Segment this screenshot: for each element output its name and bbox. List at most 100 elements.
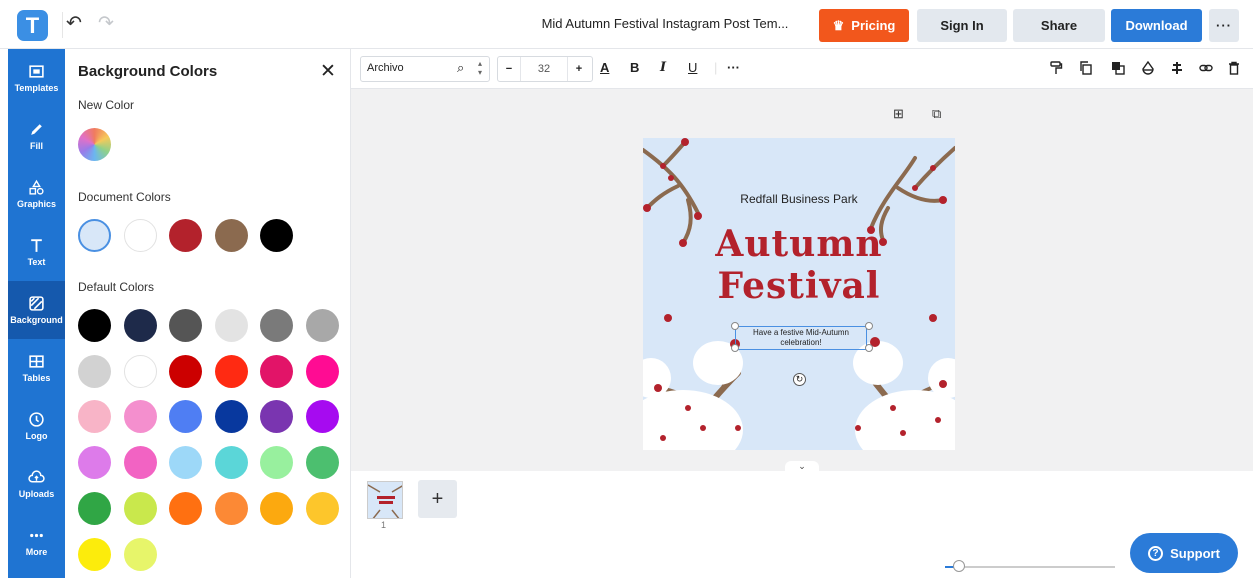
default-color-swatch[interactable]: [78, 446, 111, 480]
format-painter-icon[interactable]: [1049, 61, 1063, 75]
default-color-swatch[interactable]: [78, 491, 111, 525]
default-color-swatch[interactable]: [123, 537, 157, 571]
default-color-swatch[interactable]: [260, 354, 293, 388]
default-color-swatch[interactable]: [169, 309, 202, 342]
undo-icon[interactable]: ↶: [66, 14, 82, 34]
default-color-swatch[interactable]: [260, 400, 293, 434]
default-color-swatch[interactable]: [305, 354, 339, 388]
default-color-swatch[interactable]: [169, 354, 202, 388]
add-page-button[interactable]: +: [418, 480, 457, 518]
headline-line-2[interactable]: Festival: [643, 265, 955, 307]
shapes-icon: [29, 179, 44, 195]
default-color-swatch[interactable]: [214, 309, 248, 342]
default-color-swatch[interactable]: [123, 446, 157, 480]
new-color-picker[interactable]: [78, 128, 111, 161]
underline-icon[interactable]: U: [688, 60, 697, 75]
document-color-swatch[interactable]: [169, 219, 202, 252]
zoom-slider-track[interactable]: [945, 566, 1115, 568]
sidebar-item-background[interactable]: Background: [8, 281, 65, 339]
sidebar-item-more[interactable]: More: [8, 513, 65, 571]
font-family-select[interactable]: Archivo ⌕ ▴ ▾: [360, 56, 490, 82]
decrease-size-button[interactable]: −: [498, 63, 520, 75]
app-logo[interactable]: T: [17, 10, 48, 41]
subtitle-textbox-selected[interactable]: Have a festive Mid-Autumn celebration!: [735, 326, 867, 350]
logo-icon: [29, 412, 44, 427]
copy-page-icon[interactable]: ⧉: [932, 106, 941, 122]
italic-icon[interactable]: I: [660, 60, 666, 75]
page-thumbnail[interactable]: [367, 481, 403, 519]
default-color-swatch[interactable]: [214, 491, 248, 525]
default-color-swatch[interactable]: [78, 354, 111, 388]
font-size-input[interactable]: 32: [520, 57, 568, 81]
increase-size-button[interactable]: +: [568, 63, 590, 75]
default-color-swatch[interactable]: [214, 446, 248, 480]
default-color-swatch[interactable]: [78, 309, 111, 342]
add-page-icon[interactable]: ⊞: [893, 106, 904, 122]
default-color-swatch[interactable]: [78, 537, 111, 571]
default-color-swatch[interactable]: [123, 309, 157, 342]
document-title[interactable]: Mid Autumn Festival Instagram Post Tem..…: [520, 16, 810, 31]
link-icon[interactable]: [1199, 61, 1213, 75]
editor-app: T ↶ ↷ Mid Autumn Festival Instagram Post…: [0, 0, 1253, 578]
default-color-swatch[interactable]: [169, 446, 202, 480]
duplicate-icon[interactable]: [1079, 61, 1093, 75]
default-color-swatch[interactable]: [169, 400, 202, 434]
more-options-button[interactable]: ···: [1209, 9, 1239, 42]
sidebar-item-logo[interactable]: Logo: [8, 397, 65, 455]
more-text-options-button[interactable]: ···: [727, 60, 740, 75]
download-button[interactable]: Download: [1111, 9, 1202, 42]
resize-handle[interactable]: [731, 322, 739, 330]
opacity-icon[interactable]: [1141, 61, 1155, 75]
default-color-swatch[interactable]: [305, 491, 339, 525]
zoom-slider-handle[interactable]: [953, 560, 965, 572]
bold-icon[interactable]: B: [630, 60, 639, 75]
resize-handle[interactable]: [865, 344, 873, 352]
help-icon: ?: [1148, 545, 1164, 561]
pencil-icon: [31, 124, 42, 135]
venue-text[interactable]: Redfall Business Park: [643, 192, 955, 206]
default-color-swatch[interactable]: [123, 354, 157, 388]
document-color-swatch[interactable]: [123, 219, 157, 252]
pricing-button[interactable]: ♛ Pricing: [819, 9, 909, 42]
layer-order-icon[interactable]: [1111, 61, 1125, 75]
default-color-swatch[interactable]: [78, 400, 111, 434]
default-color-swatch[interactable]: [169, 491, 202, 525]
rotate-handle-icon[interactable]: ↻: [793, 373, 806, 386]
default-color-swatch[interactable]: [305, 400, 339, 434]
resize-handle[interactable]: [865, 322, 873, 330]
default-color-swatch[interactable]: [123, 400, 157, 434]
default-color-swatch[interactable]: [214, 354, 248, 388]
sidebar-item-text[interactable]: Text: [8, 223, 65, 281]
default-color-swatch[interactable]: [305, 446, 339, 480]
redo-icon[interactable]: ↷: [98, 14, 114, 34]
close-icon[interactable]: ✕: [318, 60, 338, 83]
default-color-swatch[interactable]: [260, 491, 293, 525]
share-button[interactable]: Share: [1013, 9, 1105, 42]
delete-icon[interactable]: [1227, 61, 1241, 75]
support-button[interactable]: ? Support: [1130, 533, 1238, 573]
pricing-label: Pricing: [851, 18, 896, 33]
sidebar-item-label: Tables: [22, 373, 51, 383]
sidebar-item-templates[interactable]: Templates: [8, 49, 65, 107]
design-canvas[interactable]: Redfall Business Park Autumn Festival Ha…: [643, 138, 955, 450]
sidebar-item-fill[interactable]: Fill: [8, 107, 65, 165]
sidebar-item-tables[interactable]: Tables: [8, 339, 65, 397]
resize-handle[interactable]: [731, 344, 739, 352]
sign-in-button[interactable]: Sign In: [917, 9, 1007, 42]
sidebar-item-uploads[interactable]: Uploads: [8, 455, 65, 513]
default-color-swatch[interactable]: [214, 400, 248, 434]
text-color-icon[interactable]: A: [600, 60, 609, 75]
document-color-swatch[interactable]: [78, 219, 111, 252]
headline-line-1[interactable]: Autumn: [643, 223, 955, 265]
default-color-swatch[interactable]: [260, 446, 293, 480]
chevron-down-icon[interactable]: ⌄: [785, 461, 819, 473]
align-icon[interactable]: [1170, 61, 1184, 75]
table-icon: [29, 355, 44, 368]
font-spinner-icon[interactable]: ▴ ▾: [478, 59, 482, 77]
sidebar-item-graphics[interactable]: Graphics: [8, 165, 65, 223]
document-color-swatch[interactable]: [214, 219, 248, 252]
default-color-swatch[interactable]: [123, 491, 157, 525]
default-color-swatch[interactable]: [305, 309, 339, 342]
default-color-swatch[interactable]: [260, 309, 293, 342]
document-color-swatch[interactable]: [260, 219, 293, 252]
